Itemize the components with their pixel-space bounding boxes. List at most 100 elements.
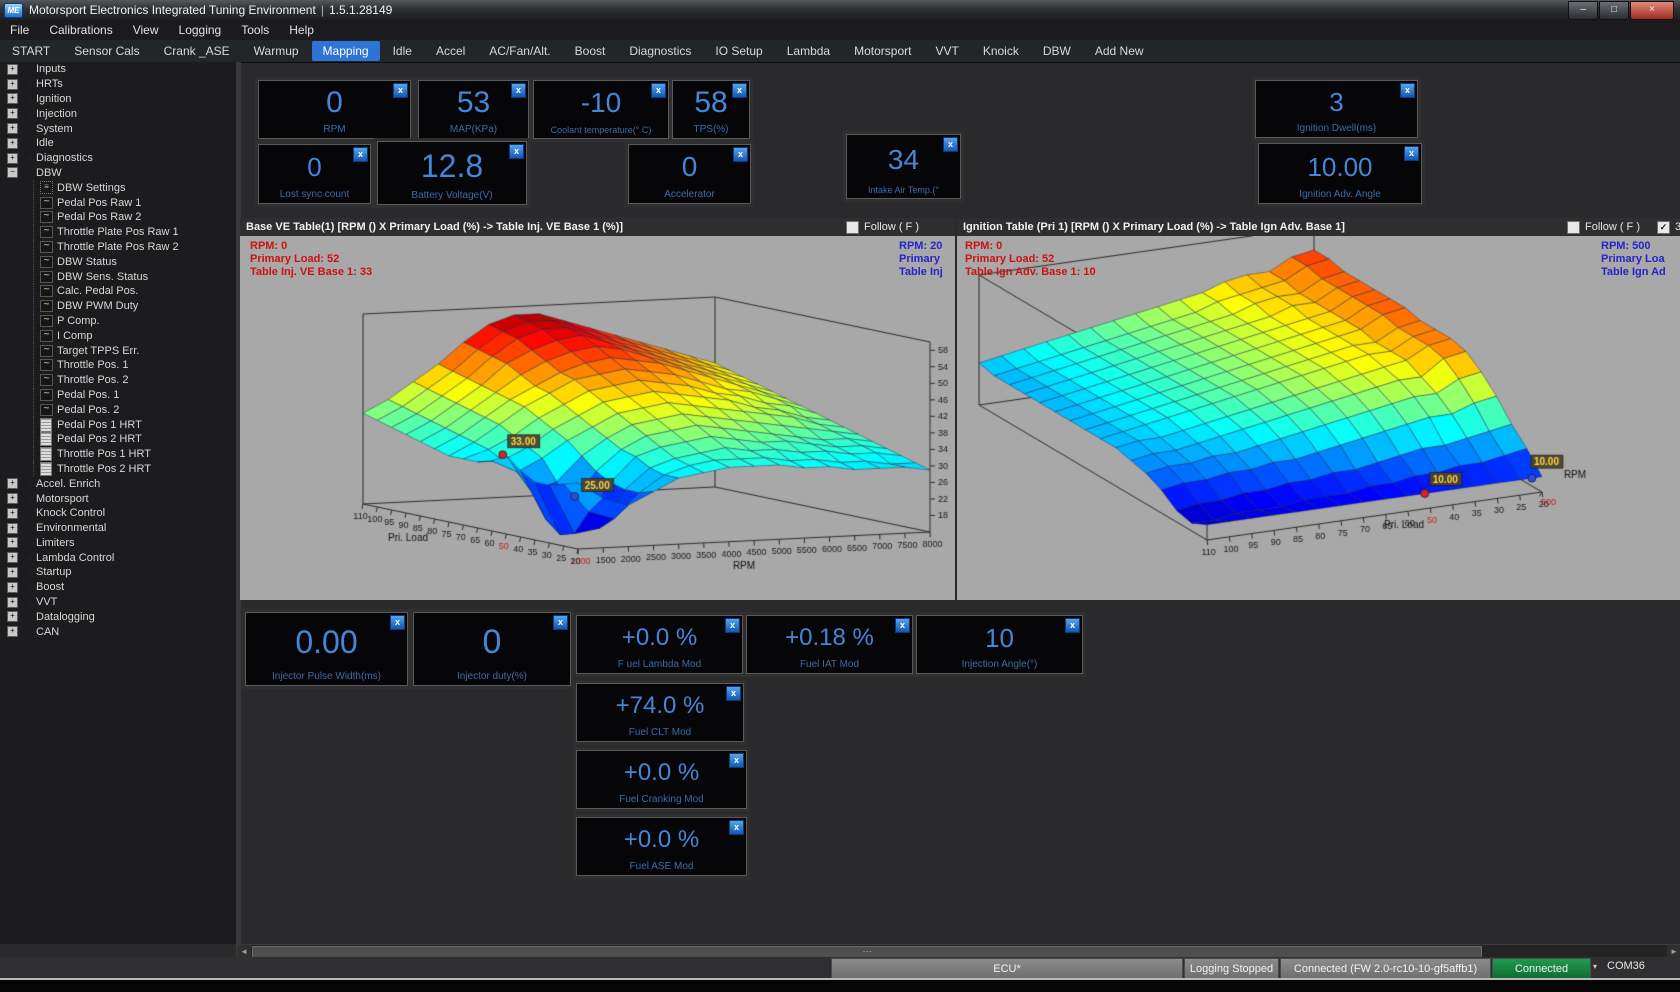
gauge-ase-mod[interactable]: +0.0 %Fuel ASE Modx [576, 817, 747, 876]
close-button[interactable]: × [1630, 1, 1674, 20]
gauge-adv[interactable]: 10.00Ignition Adv. Anglex [1258, 143, 1422, 204]
menu-tools[interactable]: Tools [231, 21, 279, 39]
tree-expander-icon[interactable]: + [7, 537, 18, 548]
sidebar-item-can[interactable]: +↓CAN [0, 624, 236, 639]
sidebar-item-vvt[interactable]: +↓VVT [0, 595, 236, 610]
sidebar-item-throttle-pos-2-hrt[interactable]: Throttle Pos 2 HRT [0, 462, 236, 477]
sidebar-item-hrts[interactable]: +↓HRTs [0, 77, 236, 92]
gauge-close-button[interactable]: x [1400, 83, 1415, 98]
sidebar-item-environmental[interactable]: +↓Environmental [0, 521, 236, 536]
menu-calibrations[interactable]: Calibrations [39, 21, 122, 39]
gauge-dwell[interactable]: 3Ignition Dwell(ms)x [1255, 80, 1418, 138]
tab-io-setup[interactable]: IO Setup [704, 41, 773, 61]
sidebar-item-system[interactable]: +↓System [0, 121, 236, 136]
gauge-close-button[interactable]: x [509, 144, 524, 159]
sidebar-item-dbw-settings[interactable]: ≡DBW Settings [0, 180, 236, 195]
sidebar-item-throttle-pos-1-hrt[interactable]: Throttle Pos 1 HRT [0, 447, 236, 462]
gauge-iat-mod[interactable]: +0.18 %Fuel IAT Modx [746, 615, 913, 674]
tree-expander-icon[interactable]: + [7, 597, 18, 608]
menu-logging[interactable]: Logging [169, 21, 232, 39]
gauge-close-button[interactable]: x [732, 83, 747, 98]
tab-mapping[interactable]: Mapping [312, 41, 380, 61]
gauge-close-button[interactable]: x [353, 147, 368, 162]
port-dropdown-caret-icon[interactable]: ▾ [1593, 962, 1597, 971]
gauge-tps[interactable]: 58TPS(%)x [672, 80, 750, 139]
tab-sensor-cals[interactable]: Sensor Cals [63, 41, 150, 61]
tree-expander-icon[interactable]: + [7, 93, 18, 104]
tab-accel[interactable]: Accel [425, 41, 476, 61]
gauge-coolant[interactable]: -10Coolant temperature(° C)x [533, 80, 669, 139]
sidebar-item-inputs[interactable]: +↓Inputs [0, 62, 236, 77]
tree-expander-icon[interactable]: + [7, 508, 18, 519]
tree-expander-icon[interactable]: + [7, 523, 18, 534]
tab-add-new[interactable]: Add New [1084, 41, 1155, 61]
tab-lambda[interactable]: Lambda [776, 41, 841, 61]
sidebar-item-throttle-plate-pos-raw-2[interactable]: ~Throttle Plate Pos Raw 2 [0, 240, 236, 255]
ignition-3d-checkbox[interactable]: ✓ [1657, 221, 1670, 234]
gauge-close-button[interactable]: x [553, 615, 568, 630]
sidebar-item-idle[interactable]: +↓Idle [0, 136, 236, 151]
gauge-close-button[interactable]: x [1404, 146, 1419, 161]
sidebar-item-dbw-pwm-duty[interactable]: ~DBW PWM Duty [0, 299, 236, 314]
tab-warmup[interactable]: Warmup [243, 41, 310, 61]
sidebar-item-pedal-pos-raw-2[interactable]: ~Pedal Pos Raw 2 [0, 210, 236, 225]
gauge-lambda-mod[interactable]: +0.0 %F uel Lambda Modx [576, 615, 743, 674]
gauge-close-button[interactable]: x [729, 820, 744, 835]
tree-expander-icon[interactable]: + [7, 611, 18, 622]
sidebar-item-limiters[interactable]: +↓Limiters [0, 536, 236, 551]
tab-start[interactable]: START [1, 41, 61, 61]
gauge-close-button[interactable]: x [725, 618, 740, 633]
tab-crank-ase[interactable]: Crank _ASE [153, 41, 241, 61]
tree-expander-icon[interactable]: + [7, 493, 18, 504]
gauge-cranking-mod[interactable]: +0.0 %Fuel Cranking Modx [576, 750, 747, 809]
tree-expander-icon[interactable]: + [7, 123, 18, 134]
gauge-inj-angle[interactable]: 10Injection Angle(°)x [916, 615, 1083, 674]
maximize-button[interactable]: □ [1599, 1, 1629, 20]
sidebar-item-accel-enrich[interactable]: +↓Accel. Enrich [0, 476, 236, 491]
gauge-close-button[interactable]: x [1065, 618, 1080, 633]
tab-ac-fan-alt[interactable]: AC/Fan/Alt. [478, 41, 561, 61]
tree-expander-icon[interactable]: + [7, 79, 18, 90]
gauge-close-button[interactable]: x [393, 83, 408, 98]
sidebar-item-motorsport[interactable]: +↓Motorsport [0, 491, 236, 506]
sidebar-item-throttle-pos-2[interactable]: ~Throttle Pos. 2 [0, 373, 236, 388]
title-bar[interactable]: ME Motorsport Electronics Integrated Tun… [0, 0, 1680, 21]
tree-expander-icon[interactable]: + [7, 478, 18, 489]
sidebar-item-diagnostics[interactable]: +↓Diagnostics [0, 151, 236, 166]
tab-motorsport[interactable]: Motorsport [843, 41, 922, 61]
gauge-rpm[interactable]: 0RPMx [258, 80, 411, 139]
menu-help[interactable]: Help [279, 21, 324, 39]
sidebar-item-knock-control[interactable]: +↓Knock Control [0, 506, 236, 521]
gauge-lostsync[interactable]: 0Lost sync countx [258, 144, 371, 204]
sidebar-item-pedal-pos-1-hrt[interactable]: Pedal Pos 1 HRT [0, 417, 236, 432]
gauge-battery[interactable]: 12.8Battery Voltage(V)x [377, 141, 527, 205]
tab-dbw[interactable]: DBW [1032, 41, 1082, 61]
tree-expander-icon[interactable]: + [7, 626, 18, 637]
ve-follow-checkbox[interactable] [846, 221, 859, 234]
sidebar-item-lambda-control[interactable]: +↓Lambda Control [0, 550, 236, 565]
gauge-close-button[interactable]: x [943, 137, 958, 152]
sidebar-item-dbw-sens-status[interactable]: ~DBW Sens. Status [0, 269, 236, 284]
sidebar-item-calc-pedal-pos[interactable]: ~Calc. Pedal Pos. [0, 284, 236, 299]
sidebar-item-pedal-pos-1[interactable]: ~Pedal Pos. 1 [0, 388, 236, 403]
sidebar-item-target-tpps-err[interactable]: ~Target TPPS Err. [0, 343, 236, 358]
sidebar-item-i-comp[interactable]: ~I Comp [0, 328, 236, 343]
gauge-iat[interactable]: 34Intake Air Temp.(°x [846, 134, 961, 199]
tab-idle[interactable]: Idle [382, 41, 423, 61]
gauge-close-button[interactable]: x [733, 147, 748, 162]
tree-expander-icon[interactable]: + [7, 138, 18, 149]
sidebar-item-startup[interactable]: +↓Startup [0, 565, 236, 580]
tree-expander-icon[interactable]: + [7, 64, 18, 75]
sidebar-item-datalogging[interactable]: +↓Datalogging [0, 609, 236, 624]
gauge-accel[interactable]: 0Acceleratorx [628, 144, 751, 204]
gauge-close-button[interactable]: x [651, 83, 666, 98]
tree-expander-icon[interactable]: − [7, 167, 18, 178]
tab-knoick[interactable]: Knoick [972, 41, 1030, 61]
ve-surface-canvas[interactable] [240, 236, 955, 600]
sidebar-item-dbw[interactable]: −↓DBW [0, 166, 236, 181]
tree-expander-icon[interactable]: + [7, 108, 18, 119]
sidebar-item-pedal-pos-2-hrt[interactable]: Pedal Pos 2 HRT [0, 432, 236, 447]
sidebar-item-p-comp[interactable]: ~P Comp. [0, 314, 236, 329]
gauge-inj-pw[interactable]: 0.00Injector Pulse Width(ms)x [245, 612, 408, 686]
sidebar-item-injection[interactable]: +↓Injection [0, 106, 236, 121]
